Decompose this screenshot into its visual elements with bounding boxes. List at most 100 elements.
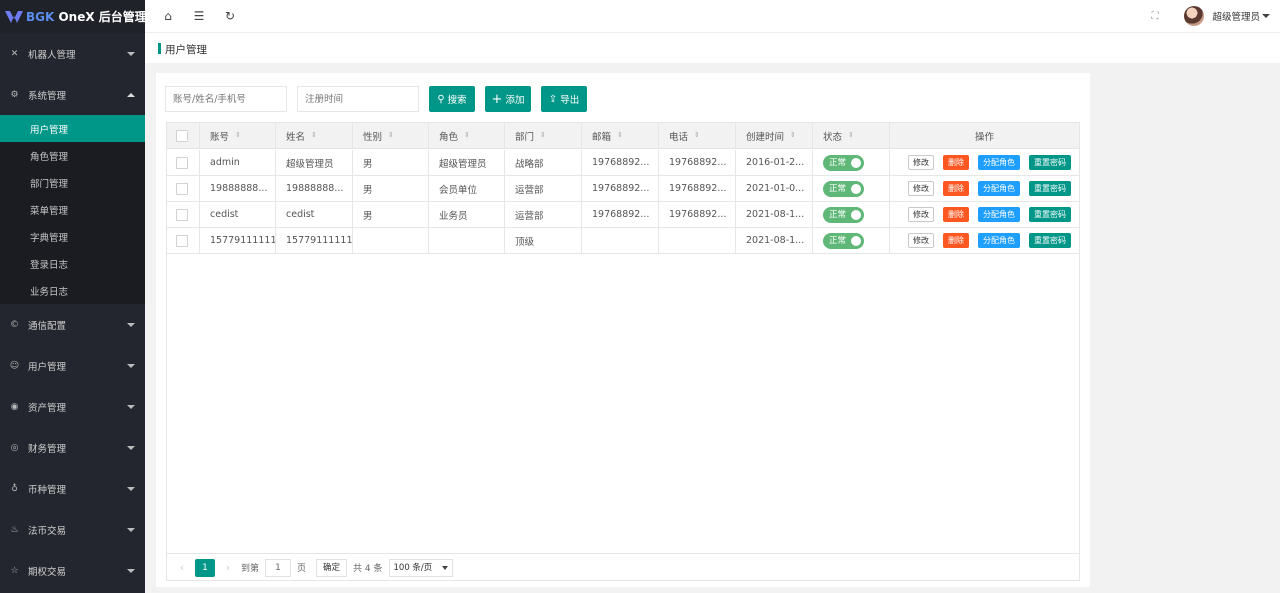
sidebar-group-0[interactable]: ✕ 机器人管理 xyxy=(0,33,145,74)
app-logo[interactable]: BGK OneX 后台管理 xyxy=(0,0,145,33)
column-header[interactable]: 姓名 ⇕ xyxy=(276,123,353,148)
refresh-icon[interactable]: ↻ xyxy=(223,9,237,23)
delete-button[interactable]: 删除 xyxy=(943,155,969,170)
sidebar-group-2[interactable]: © 通信配置 xyxy=(0,304,145,345)
sidebar-item-2[interactable]: 部门管理 xyxy=(0,169,145,196)
fullscreen-icon[interactable]: ⛶ xyxy=(1151,11,1158,22)
star-icon: ☆ xyxy=(10,565,19,576)
total-count: 共 4 条 xyxy=(353,564,383,574)
column-header[interactable]: 电话 ⇕ xyxy=(659,123,736,148)
page-unit: 页 xyxy=(297,564,307,574)
assign-role-button[interactable]: 分配角色 xyxy=(978,207,1020,222)
cell-actions: 修改 删除 分配角色 重置密码 xyxy=(890,176,1079,201)
page-current[interactable]: 1 xyxy=(195,558,215,577)
status-toggle[interactable]: 正常 xyxy=(823,206,864,223)
reset-password-button[interactable]: 重置密码 xyxy=(1029,233,1071,248)
sort-icon[interactable]: ⇕ xyxy=(235,132,241,139)
column-header[interactable]: 账号 ⇕ xyxy=(200,123,276,148)
main-panel: ⚲搜索 +添加 ⇪导出 账号⇕姓名⇕性别⇕角色⇕部门⇕邮箱⇕电话⇕创建时间⇕状态… xyxy=(156,73,1090,587)
status-toggle[interactable]: 正常 xyxy=(823,154,864,171)
assign-role-button[interactable]: 分配角色 xyxy=(978,233,1020,248)
sidebar-item-4[interactable]: 字典管理 xyxy=(0,223,145,250)
home-icon[interactable]: ⌂ xyxy=(161,9,175,23)
goto-confirm-button[interactable]: 确定 xyxy=(316,558,348,577)
user-name[interactable]: 超级管理员 xyxy=(1212,9,1260,23)
chevron-up-icon xyxy=(127,92,135,97)
sort-icon[interactable]: ⇕ xyxy=(790,132,796,139)
sidebar-group-4[interactable]: ◉ 资产管理 xyxy=(0,386,145,427)
sort-icon[interactable]: ⇕ xyxy=(464,132,470,139)
cell-phone: 19768892... xyxy=(659,202,736,227)
sidebar-group-3[interactable]: ☺ 用户管理 xyxy=(0,345,145,386)
table-row: cedist cedist 男业务员 运营部 19768892... 19768892..… xyxy=(167,202,1079,228)
export-button[interactable]: ⇪ 导出 xyxy=(541,86,587,112)
sidebar-item-3[interactable]: 菜单管理 xyxy=(0,196,145,223)
cell-account: 15779111111 xyxy=(200,228,276,253)
reset-password-button[interactable]: 重置密码 xyxy=(1029,207,1071,222)
chat-icon: © xyxy=(10,319,19,330)
chevron-down-icon xyxy=(127,51,135,56)
page-size-select[interactable]: 100 条/页 xyxy=(388,558,453,577)
menu-toggle-icon[interactable]: ☰ xyxy=(192,9,206,23)
delete-button[interactable]: 删除 xyxy=(943,233,969,248)
cell-status: 正常 xyxy=(813,150,890,175)
assign-role-button[interactable]: 分配角色 xyxy=(978,181,1020,196)
select-all-checkbox[interactable] xyxy=(176,129,188,142)
sidebar-group-label: 期权交易 xyxy=(28,566,67,578)
sidebar-group-7[interactable]: ♨ 法币交易 xyxy=(0,509,145,550)
column-header[interactable]: 角色 ⇕ xyxy=(429,123,505,148)
column-header[interactable]: 状态 ⇕ xyxy=(813,123,890,148)
column-header[interactable]: 邮箱 ⇕ xyxy=(582,123,659,148)
cell-role: 超级管理员 xyxy=(429,150,505,175)
cell-created: 2021-08-1... xyxy=(736,228,813,253)
status-toggle[interactable]: 正常 xyxy=(823,180,864,197)
sort-icon[interactable]: ⇕ xyxy=(617,132,623,139)
avatar[interactable] xyxy=(1184,6,1205,26)
date-range-input[interactable] xyxy=(297,86,419,112)
sidebar-group-1[interactable]: ⚙ 系统管理 xyxy=(0,74,145,115)
row-checkbox-cell xyxy=(167,202,200,227)
sort-icon[interactable]: ⇕ xyxy=(540,132,546,139)
sidebar-group-label: 机器人管理 xyxy=(28,49,76,61)
prev-page-icon[interactable]: ‹ xyxy=(175,561,189,574)
sidebar-group-5[interactable]: ◎ 财务管理 xyxy=(0,427,145,468)
row-checkbox[interactable] xyxy=(176,208,188,221)
sidebar-item-6[interactable]: 业务日志 xyxy=(0,277,145,304)
next-page-icon[interactable]: › xyxy=(221,561,235,574)
delete-button[interactable]: 删除 xyxy=(943,207,969,222)
sort-icon[interactable]: ⇕ xyxy=(848,132,854,139)
row-checkbox[interactable] xyxy=(176,156,188,169)
column-header[interactable]: 性别 ⇕ xyxy=(353,123,429,148)
assign-role-button[interactable]: 分配角色 xyxy=(978,155,1020,170)
page-input[interactable]: 1 xyxy=(265,558,292,577)
edit-button[interactable]: 修改 xyxy=(908,233,934,248)
reset-password-button[interactable]: 重置密码 xyxy=(1029,181,1071,196)
cell-dept: 运营部 xyxy=(505,202,582,227)
gear-icon: ⚙ xyxy=(10,89,19,100)
search-button[interactable]: ⚲ 搜索 xyxy=(429,86,475,112)
edit-button[interactable]: 修改 xyxy=(908,181,934,196)
status-toggle[interactable]: 正常 xyxy=(823,232,864,249)
sidebar-item-0[interactable]: 用户管理 xyxy=(0,115,145,142)
cell-gender: 男 xyxy=(353,150,429,175)
sort-icon[interactable]: ⇕ xyxy=(694,132,700,139)
cell-phone xyxy=(659,228,736,253)
chevron-down-icon[interactable] xyxy=(1262,14,1270,18)
search-input[interactable] xyxy=(165,86,287,112)
reset-password-button[interactable]: 重置密码 xyxy=(1029,155,1071,170)
add-button[interactable]: + 添加 xyxy=(485,86,531,112)
edit-button[interactable]: 修改 xyxy=(908,155,934,170)
column-header[interactable]: 创建时间 ⇕ xyxy=(736,123,813,148)
sidebar-item-1[interactable]: 角色管理 xyxy=(0,142,145,169)
sidebar-item-5[interactable]: 登录日志 xyxy=(0,250,145,277)
sort-icon[interactable]: ⇕ xyxy=(311,132,317,139)
row-checkbox[interactable] xyxy=(176,234,188,247)
edit-button[interactable]: 修改 xyxy=(908,207,934,222)
row-checkbox[interactable] xyxy=(176,182,188,195)
column-header[interactable]: 部门 ⇕ xyxy=(505,123,582,148)
sort-icon[interactable]: ⇕ xyxy=(388,132,394,139)
pagination: ‹ 1 › 到第 1 页 确定 共 4 条 100 条/页 xyxy=(167,553,1079,581)
sidebar-group-8[interactable]: ☆ 期权交易 xyxy=(0,550,145,591)
delete-button[interactable]: 删除 xyxy=(943,181,969,196)
sidebar-group-6[interactable]: ♁ 币种管理 xyxy=(0,468,145,509)
